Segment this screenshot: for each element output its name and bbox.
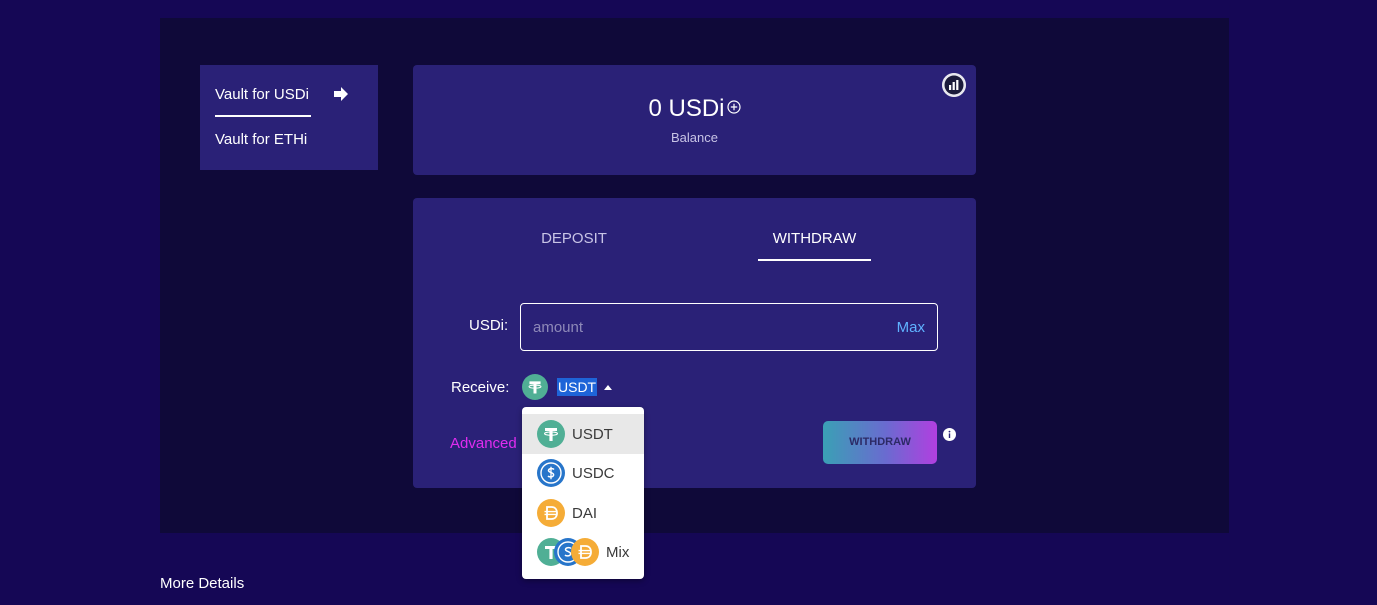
sidebar-active-indicator — [215, 115, 311, 117]
max-button[interactable]: Max — [897, 319, 925, 336]
receive-token-dropdown: USDT USDC DAI Mix — [522, 407, 644, 579]
usdt-icon — [537, 420, 565, 448]
balance-card: 0 USDi Balance — [413, 65, 976, 175]
dai-icon — [571, 538, 599, 566]
usdt-icon — [522, 374, 548, 400]
withdraw-button[interactable]: WITHDRAW — [823, 421, 937, 464]
sidebar-item-ethi-vault[interactable]: Vault for ETHi — [215, 131, 307, 148]
balance-value-row: 0 USDi — [413, 95, 976, 123]
dropdown-option-label: USDT — [572, 425, 613, 443]
sidebar-item-usdi-vault[interactable]: Vault for USDi — [215, 86, 309, 103]
amount-input[interactable] — [533, 304, 883, 350]
deposit-withdraw-card: DEPOSIT WITHDRAW USDi: Max Receive: USDT… — [413, 198, 976, 488]
balance-label: Balance — [671, 130, 718, 145]
dropdown-option-label: Mix — [606, 543, 630, 561]
active-tab-indicator — [758, 259, 871, 261]
receive-selected-value: USDT — [557, 378, 598, 396]
usdc-icon — [537, 459, 565, 487]
receive-token-select[interactable]: USDT — [522, 374, 613, 400]
dropdown-option-mix[interactable]: Mix — [522, 532, 644, 572]
tab-withdraw[interactable]: WITHDRAW — [758, 230, 871, 247]
dropdown-option-label: DAI — [572, 504, 598, 522]
arrow-right-icon — [334, 87, 348, 101]
balance-amount: 0 USDi — [648, 95, 725, 122]
amount-field: Max — [520, 303, 938, 351]
dropdown-option-usdc[interactable]: USDC — [522, 453, 644, 493]
dai-icon — [537, 499, 565, 527]
add-token-icon[interactable] — [726, 100, 741, 114]
dropdown-option-label: USDC — [572, 464, 615, 482]
receive-label: Receive: — [451, 379, 510, 396]
dropdown-option-dai[interactable]: DAI — [522, 493, 644, 533]
info-icon[interactable] — [943, 428, 956, 441]
caret-up-icon — [604, 384, 613, 390]
analytics-chart-icon[interactable] — [942, 73, 966, 97]
advanced-link[interactable]: Advanced — [450, 435, 517, 452]
dropdown-option-usdt[interactable]: USDT — [522, 414, 644, 454]
vault-sidebar: Vault for USDi Vault for ETHi — [200, 65, 378, 170]
tab-deposit[interactable]: DEPOSIT — [531, 230, 617, 247]
more-details-link[interactable]: More Details — [160, 575, 244, 592]
amount-label: USDi: — [469, 317, 509, 334]
